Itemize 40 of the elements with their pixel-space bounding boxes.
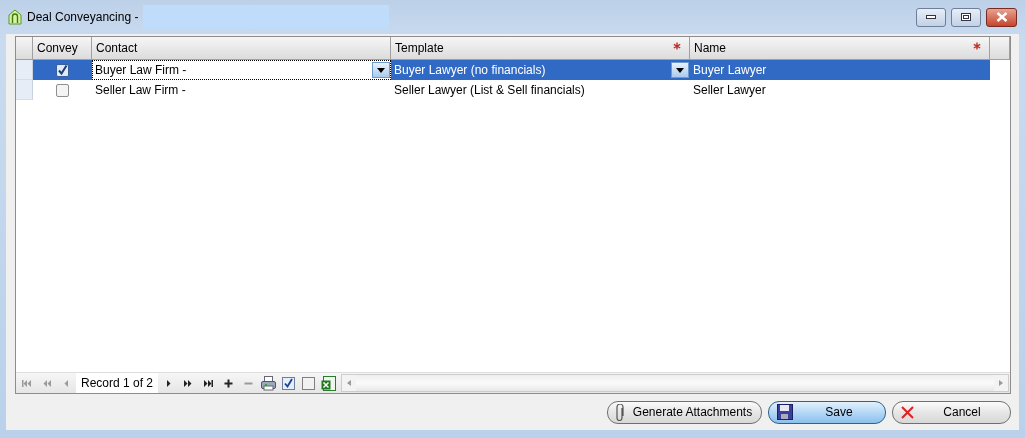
column-header[interactable]: Name xyxy=(694,41,726,55)
cell-editor[interactable]: Buyer Law Firm - xyxy=(95,63,372,77)
column-header[interactable]: Convey xyxy=(37,41,78,55)
close-button[interactable] xyxy=(986,7,1017,27)
table-cell-text: Seller Lawyer (List & Sell financials) xyxy=(394,83,586,97)
window-title: Deal Conveyancing - xyxy=(27,10,139,24)
last-icon[interactable] xyxy=(203,378,213,388)
dropdown-button[interactable] xyxy=(671,62,689,78)
plus-icon[interactable] xyxy=(223,378,233,388)
house-icon xyxy=(8,9,22,25)
record-counter: Record 1 of 2 xyxy=(76,373,159,393)
empty-checkbox-icon[interactable] xyxy=(301,376,315,390)
printer-icon[interactable] xyxy=(260,375,276,391)
horizontal-scrollbar[interactable] xyxy=(341,374,1009,392)
column-header[interactable]: Template xyxy=(395,41,444,55)
table-cell-text: Buyer Lawyer (no financials) xyxy=(394,63,547,77)
minimize-button[interactable] xyxy=(916,7,946,27)
table-cell-text: Buyer Lawyer xyxy=(693,63,768,77)
table-cell-text: Seller Lawyer xyxy=(693,83,767,97)
maximize-button[interactable] xyxy=(951,7,981,27)
double-right-icon[interactable] xyxy=(183,378,193,388)
action-button[interactable]: Save xyxy=(768,400,886,424)
scroll-left-icon[interactable] xyxy=(347,380,352,386)
spreadsheet-icon[interactable] xyxy=(320,375,336,391)
cancel-icon xyxy=(901,405,914,419)
column-header[interactable]: Contact xyxy=(96,41,138,55)
checkbox[interactable] xyxy=(56,83,69,97)
scroll-right-icon[interactable] xyxy=(999,380,1003,386)
maximize-icon xyxy=(961,13,971,21)
close-icon xyxy=(995,12,1008,22)
paperclip-icon xyxy=(616,403,624,421)
minimize-icon xyxy=(926,15,936,19)
checkbox-icon[interactable] xyxy=(281,376,295,390)
action-button[interactable]: Generate Attachments xyxy=(607,400,762,424)
action-button[interactable]: Cancel xyxy=(892,400,1011,424)
caret-icon xyxy=(676,67,684,73)
caret-icon xyxy=(377,67,385,73)
dropdown-button[interactable] xyxy=(372,62,390,78)
table-cell-text: Seller Law Firm - xyxy=(95,83,187,97)
checkbox[interactable] xyxy=(56,63,69,77)
